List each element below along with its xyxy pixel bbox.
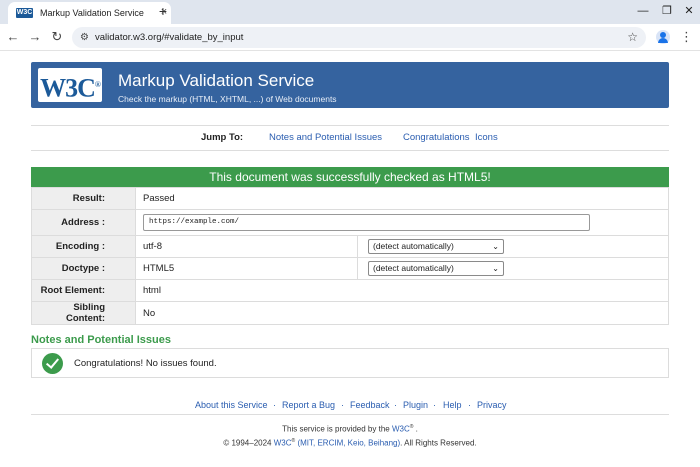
doctype-select[interactable]: (detect automatically) ⌄ [368, 261, 504, 276]
footer-link-privacy[interactable]: Privacy [477, 397, 507, 413]
page-title: Markup Validation Service [118, 71, 315, 90]
doctype-value: HTML5 [135, 257, 358, 280]
close-window-icon[interactable]: ✕ [682, 4, 696, 18]
footer-link-plugin[interactable]: Plugin [403, 397, 428, 413]
profile-avatar-icon[interactable] [656, 30, 670, 44]
restore-icon[interactable]: ❐ [660, 4, 674, 18]
w3c-logo[interactable]: W3C® [38, 68, 102, 103]
provided-by-text: This service is provided by the [282, 424, 390, 434]
table-row: Encoding : utf-8 (detect automatically) … [31, 235, 669, 258]
copyright-text: © 1994–2024 [223, 438, 272, 448]
table-row: Sibling Content: No [31, 301, 669, 325]
notes-message: Congratulations! No issues found. [74, 358, 217, 369]
doctype-label: Doctype : [31, 257, 136, 280]
footer-separator: · [273, 400, 276, 410]
sibling-content-value: No [135, 301, 669, 325]
encoding-select-cell: (detect automatically) ⌄ [357, 235, 669, 258]
w3c-link[interactable]: W3C [392, 425, 410, 434]
browser-menu-icon[interactable]: ⋮ [680, 28, 693, 46]
encoding-label: Encoding : [31, 235, 136, 258]
browser-tab[interactable]: W3C Markup Validation Service × [8, 2, 171, 24]
w3c-logo-text: W3C [40, 73, 96, 103]
results-table: Result: Passed Address : https://example… [31, 187, 669, 325]
footer-provided-by: This service is provided by the W3C® . [282, 424, 418, 434]
address-label: Address : [31, 209, 136, 236]
doctype-select-value: (detect automatically) [373, 263, 454, 273]
result-value: Passed [135, 187, 669, 210]
encoding-select[interactable]: (detect automatically) ⌄ [368, 239, 504, 254]
footer-link-about[interactable]: About this Service [195, 397, 268, 413]
address-cell: https://example.com/ [135, 209, 669, 236]
notes-heading: Notes and Potential Issues [31, 334, 171, 346]
chevron-down-icon: ⌄ [492, 264, 499, 273]
root-element-label: Root Element: [31, 279, 136, 302]
jump-to-label: Jump To: [201, 132, 244, 143]
provided-by-suffix: . [415, 424, 418, 434]
jump-link-icons[interactable]: Icons [475, 126, 498, 150]
minimize-icon[interactable]: — [636, 4, 650, 18]
footer-link-report-bug[interactable]: Report a Bug [282, 397, 335, 413]
copyright-suffix: . All Rights Reserved. [400, 438, 477, 448]
footer-copyright: © 1994–2024 W3C® (MIT, ERCIM, Keio, Beih… [223, 438, 477, 448]
site-info-icon[interactable]: ⚙ [80, 30, 89, 45]
copyright-w3c-link[interactable]: W3C [274, 439, 292, 448]
header-banner: W3C® Markup Validation Service Check the… [31, 62, 669, 108]
footer-separator: · [468, 400, 471, 410]
address-input[interactable]: https://example.com/ [143, 214, 590, 231]
notes-box: Congratulations! No issues found. [31, 348, 669, 378]
footer-separator: · [433, 400, 436, 410]
table-row: Result: Passed [31, 187, 669, 210]
table-row: Doctype : HTML5 (detect automatically) ⌄ [31, 257, 669, 280]
result-label: Result: [31, 187, 136, 210]
new-tab-button[interactable]: + [156, 4, 170, 18]
success-banner: This document was successfully checked a… [31, 167, 669, 187]
chevron-down-icon: ⌄ [492, 242, 499, 251]
browser-tab-bar: W3C Markup Validation Service × + — ❐ ✕ [0, 0, 700, 24]
jump-separator: · [459, 132, 463, 143]
copyright-orgs-link[interactable]: (MIT, ERCIM, Keio, Beihang) [297, 439, 400, 448]
encoding-value: utf-8 [135, 235, 358, 258]
footer-nav: About this Service · Report a Bug · Feed… [31, 397, 669, 415]
page-subtitle: Check the markup (HTML, XHTML, ...) of W… [118, 94, 337, 104]
table-row: Root Element: html [31, 279, 669, 302]
back-icon[interactable]: ← [4, 28, 22, 46]
forward-icon[interactable]: → [26, 28, 44, 46]
root-element-value: html [135, 279, 669, 302]
doctype-select-cell: (detect automatically) ⌄ [357, 257, 669, 280]
reload-icon[interactable]: ↻ [48, 28, 66, 46]
footer-link-help[interactable]: Help [443, 397, 462, 413]
footer-separator: · [341, 400, 344, 410]
bookmark-star-icon[interactable]: ☆ [627, 29, 638, 45]
sibling-content-label: Sibling Content: [31, 301, 136, 325]
address-bar[interactable]: ⚙ validator.w3.org/#validate_by_input ☆ [72, 27, 646, 48]
table-row: Address : https://example.com/ [31, 209, 669, 236]
footer-separator: · [394, 400, 397, 410]
browser-toolbar: ← → ↻ ⚙ validator.w3.org/#validate_by_in… [0, 24, 700, 51]
jump-link-notes[interactable]: Notes and Potential Issues [269, 126, 382, 150]
footer-link-feedback[interactable]: Feedback [350, 397, 390, 413]
encoding-select-value: (detect automatically) [373, 241, 454, 251]
jump-to-nav: Jump To: Notes and Potential Issues Cong… [31, 125, 669, 151]
address-bar-url[interactable]: validator.w3.org/#validate_by_input [95, 31, 243, 44]
tab-title: Markup Validation Service [40, 8, 144, 18]
check-circle-icon [42, 353, 63, 374]
w3c-favicon-icon: W3C [16, 8, 33, 18]
